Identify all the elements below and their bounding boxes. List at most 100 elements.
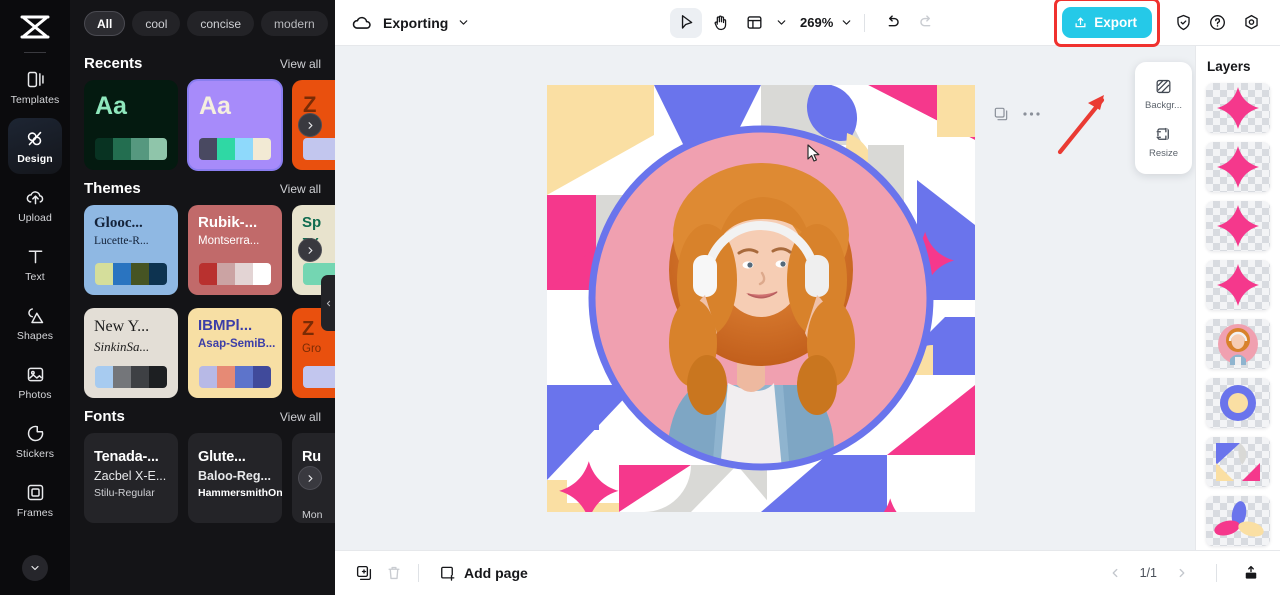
canvas-tools-group: 269% xyxy=(670,7,942,38)
rail-more-chevron-down-icon[interactable] xyxy=(22,555,48,581)
resize-icon xyxy=(1154,125,1173,144)
theme-title: New Y... xyxy=(94,318,150,335)
section-title: Fonts xyxy=(84,408,125,425)
view-all-recents-link[interactable]: View all xyxy=(280,57,321,71)
select-tool-button[interactable] xyxy=(670,7,702,38)
top-toolbar: Exporting 269% Export xyxy=(335,0,1280,47)
undo-button[interactable] xyxy=(876,8,908,38)
layer-thumb-sparkle-4[interactable] xyxy=(1206,260,1270,310)
help-circle-icon[interactable] xyxy=(1202,8,1232,38)
zoom-level-value[interactable]: 269% xyxy=(800,15,833,30)
background-tool-button[interactable]: Backgr... xyxy=(1135,72,1192,117)
recents-carousel: Aa Aa Z xyxy=(70,79,335,171)
floating-tool-card: Backgr... Resize xyxy=(1135,62,1192,174)
recents-next-chevron-right-icon[interactable] xyxy=(298,113,322,137)
add-page-button[interactable]: Add page xyxy=(438,564,528,582)
upload-cloud-icon xyxy=(24,187,46,209)
canvas-area[interactable]: Page 1 xyxy=(335,46,1280,550)
view-all-themes-link[interactable]: View all xyxy=(280,182,321,196)
theme-title: Sp xyxy=(302,214,322,231)
templates-icon xyxy=(24,69,46,91)
bottom-toolbar: Add page 1/1 xyxy=(335,550,1280,595)
sidebar-item-design[interactable]: Design xyxy=(8,118,62,174)
prev-page-chevron-left-icon[interactable] xyxy=(1100,558,1130,588)
more-options-icon[interactable] xyxy=(1023,111,1040,117)
shield-check-icon[interactable] xyxy=(1168,8,1198,38)
view-all-fonts-link[interactable]: View all xyxy=(280,410,321,424)
sidebar-item-text[interactable]: Text xyxy=(8,236,62,292)
panel-collapse-chevron-left-icon[interactable] xyxy=(321,275,335,331)
themes-next-chevron-right-icon[interactable] xyxy=(298,238,322,262)
artboard-artwork xyxy=(547,85,975,512)
theme-subtitle: SinkinSa... xyxy=(94,338,150,354)
chip-label: concise xyxy=(200,16,242,31)
settings-gear-icon[interactable] xyxy=(1236,8,1266,38)
section-title: Recents xyxy=(84,55,143,72)
export-label: Export xyxy=(1094,15,1137,30)
cloud-sync-icon[interactable] xyxy=(349,10,375,36)
sidebar-item-label: Text xyxy=(25,270,45,283)
theme-card[interactable]: Glooc... Lucette-R... xyxy=(84,205,178,295)
layout-chevron-down-icon[interactable] xyxy=(775,16,788,29)
document-title-chevron-down-icon[interactable] xyxy=(457,16,470,29)
sidebar-item-frames[interactable]: Frames xyxy=(8,472,62,528)
present-button[interactable] xyxy=(1236,558,1266,588)
hand-tool-button[interactable] xyxy=(704,8,736,38)
layout-tool-button[interactable] xyxy=(738,8,770,38)
font-card[interactable]: Tenada-... Zacbel X-E... Stilu-Regular xyxy=(84,433,178,523)
delete-button[interactable] xyxy=(379,558,409,588)
redo-button[interactable] xyxy=(910,8,942,38)
sidebar-item-upload[interactable]: Upload xyxy=(8,177,62,233)
sidebar-item-label: Stickers xyxy=(15,447,55,460)
fonts-next-chevron-right-icon[interactable] xyxy=(298,466,322,490)
theme-subtitle: Lucette-R... xyxy=(94,234,149,247)
editor-app: Templates Design Upload Text Shapes Phot… xyxy=(0,0,1280,595)
filter-chip-all[interactable]: All xyxy=(84,11,126,36)
export-button-wrapper: Export xyxy=(1054,0,1160,47)
font-line-3: Stilu-Regular xyxy=(94,487,155,499)
layer-thumb-circle[interactable] xyxy=(1206,378,1270,428)
sidebar-item-label: Photos xyxy=(18,388,52,401)
red-annotation-arrow xyxy=(1054,90,1112,163)
layer-thumb-photo[interactable] xyxy=(1206,319,1270,369)
layers-panel-title: Layers xyxy=(1207,59,1251,74)
filter-chip-concise[interactable]: concise xyxy=(187,11,255,36)
resize-tool-button[interactable]: Resize xyxy=(1135,120,1192,165)
duplicate-page-icon[interactable] xyxy=(993,106,1009,122)
next-page-chevron-right-icon[interactable] xyxy=(1167,558,1197,588)
layer-thumb-sparkle-1[interactable] xyxy=(1206,83,1270,133)
sidebar-item-label: Design xyxy=(17,152,53,165)
app-logo-icon[interactable] xyxy=(13,10,57,44)
font-line-1: Glute... xyxy=(198,449,246,465)
recent-swatches xyxy=(95,138,167,160)
chip-label: cool xyxy=(145,16,168,31)
layer-thumb-sparkle-3[interactable] xyxy=(1206,201,1270,251)
design-panel: All cool concise modern Recents View all xyxy=(70,0,335,595)
filter-chip-modern[interactable]: modern xyxy=(261,11,328,36)
theme-card[interactable]: Rubik-... Montserra... xyxy=(188,205,282,295)
theme-card[interactable]: IBMPl... Asap-SemiB... xyxy=(188,308,282,398)
layer-thumb-shapes[interactable] xyxy=(1206,437,1270,487)
sidebar-item-photos[interactable]: Photos xyxy=(8,354,62,410)
filter-chip-cool[interactable]: cool xyxy=(132,11,181,36)
bottom-divider xyxy=(418,564,419,582)
font-card[interactable]: Glute... Baloo-Reg... HammersmithOn... xyxy=(188,433,282,523)
duplicate-button[interactable] xyxy=(349,558,379,588)
theme-title: IBMPl... xyxy=(198,317,253,334)
sidebar-item-templates[interactable]: Templates xyxy=(8,59,62,115)
layer-thumb-sparkle-2[interactable] xyxy=(1206,142,1270,192)
recent-swatches xyxy=(303,138,335,160)
sidebar-item-shapes[interactable]: Shapes xyxy=(8,295,62,351)
sidebar-item-stickers[interactable]: Stickers xyxy=(8,413,62,469)
recent-card[interactable]: Aa xyxy=(84,80,178,170)
theme-card[interactable]: New Y... SinkinSa... xyxy=(84,308,178,398)
recent-card[interactable]: Aa xyxy=(187,79,283,171)
fonts-carousel: Tenada-... Zacbel X-E... Stilu-Regular G… xyxy=(70,433,335,523)
layer-thumb-petals[interactable] xyxy=(1206,496,1270,546)
theme-subtitle: Gro xyxy=(302,343,322,355)
artboard[interactable] xyxy=(547,85,975,512)
themes-carousel-row-1: Glooc... Lucette-R... Rubik-... Montserr… xyxy=(70,205,335,295)
export-button[interactable]: Export xyxy=(1062,7,1152,38)
document-title[interactable]: Exporting xyxy=(383,15,448,31)
zoom-chevron-down-icon[interactable] xyxy=(840,16,853,29)
